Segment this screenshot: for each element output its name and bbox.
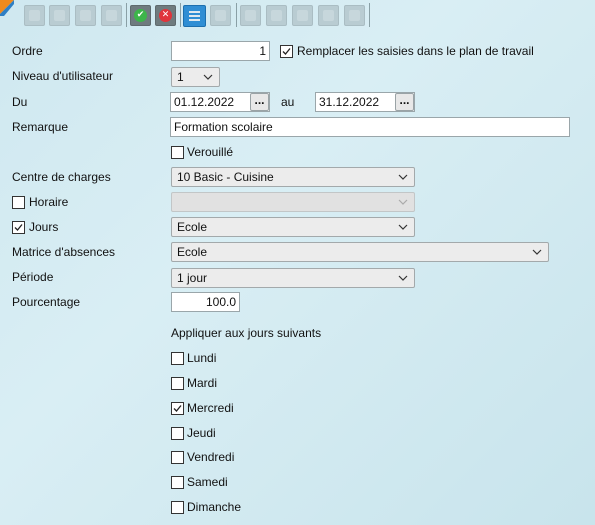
- cancel-button[interactable]: ✕: [155, 5, 176, 26]
- chevron-down-icon: [531, 246, 543, 258]
- remplacer-label: Remplacer les saisies dans le plan de tr…: [297, 44, 534, 58]
- matrice-label: Matrice d'absences: [12, 245, 116, 259]
- checkmark-icon: [173, 405, 182, 412]
- toolbar-button-3[interactable]: [75, 5, 96, 26]
- remarque-input[interactable]: Formation scolaire: [170, 117, 570, 137]
- toolbar-separator: [126, 3, 127, 27]
- day-checkbox-jeudi[interactable]: [171, 427, 184, 440]
- pourcentage-input[interactable]: 100.0: [171, 292, 240, 312]
- toolbar-button-8[interactable]: [292, 5, 313, 26]
- toolbar-button-9[interactable]: [318, 5, 339, 26]
- day-checkbox-mardi[interactable]: [171, 377, 184, 390]
- toolbar-button-7[interactable]: [266, 5, 287, 26]
- list-button[interactable]: [183, 5, 206, 27]
- day-checkbox-samedi[interactable]: [171, 476, 184, 489]
- chevron-down-icon: [397, 272, 409, 284]
- verouille-label: Verouillé: [187, 145, 234, 159]
- niveau-select-value: 1: [177, 70, 184, 84]
- appliquer-heading: Appliquer aux jours suivants: [171, 326, 322, 340]
- horaire-label: Horaire: [29, 195, 69, 209]
- matrice-select-value: Ecole: [177, 245, 208, 259]
- day-label-lundi: Lundi: [187, 351, 217, 365]
- niveau-label: Niveau d'utilisateur: [12, 69, 114, 83]
- day-checkbox-vendredi[interactable]: [171, 451, 184, 464]
- au-label: au: [281, 95, 295, 109]
- jours-label: Jours: [29, 220, 59, 234]
- periode-select-value: 1 jour: [177, 271, 208, 285]
- toolbar-button-5[interactable]: [210, 5, 231, 26]
- au-date-picker-button[interactable]: ...: [395, 93, 414, 111]
- toolbar-button-2[interactable]: [49, 5, 70, 26]
- jours-checkbox[interactable]: [12, 221, 25, 234]
- horaire-select[interactable]: [171, 192, 415, 212]
- day-label-jeudi: Jeudi: [187, 426, 216, 440]
- toolbar-separator: [369, 3, 370, 27]
- verouille-checkbox[interactable]: [171, 146, 184, 159]
- horaire-checkbox[interactable]: [12, 196, 25, 209]
- ordre-label: Ordre: [12, 44, 43, 58]
- remarque-label: Remarque: [12, 120, 69, 134]
- centre-select-value: 10 Basic - Cuisine: [177, 170, 274, 184]
- periode-label: Période: [12, 270, 54, 284]
- checkmark-icon: [14, 224, 23, 231]
- day-label-vendredi: Vendredi: [187, 450, 235, 464]
- centre-select[interactable]: 10 Basic - Cuisine: [171, 167, 415, 187]
- jours-select-value: Ecole: [177, 220, 208, 234]
- chevron-down-icon: [397, 171, 409, 183]
- toolbar-button-1[interactable]: [24, 5, 45, 26]
- day-label-samedi: Samedi: [187, 475, 228, 489]
- check-icon: ✔: [134, 9, 147, 22]
- day-label-dimanche: Dimanche: [187, 500, 242, 514]
- niveau-select[interactable]: 1: [171, 67, 220, 87]
- day-checkbox-mercredi[interactable]: [171, 402, 184, 415]
- day-label-mercredi: Mercredi: [187, 401, 234, 415]
- jours-select[interactable]: Ecole: [171, 217, 415, 237]
- toolbar-button-4[interactable]: [101, 5, 122, 26]
- ok-button[interactable]: ✔: [130, 5, 151, 26]
- chevron-down-icon: [397, 196, 409, 208]
- toolbar-button-6[interactable]: [240, 5, 261, 26]
- ordre-input[interactable]: 1: [171, 41, 270, 61]
- day-checkbox-dimanche[interactable]: [171, 501, 184, 514]
- checkmark-icon: [282, 48, 291, 55]
- chevron-down-icon: [397, 221, 409, 233]
- matrice-select[interactable]: Ecole: [171, 242, 549, 262]
- day-checkbox-lundi[interactable]: [171, 352, 184, 365]
- day-label-mardi: Mardi: [187, 376, 218, 390]
- periode-select[interactable]: 1 jour: [171, 268, 415, 288]
- centre-label: Centre de charges: [12, 170, 111, 184]
- du-date-picker-button[interactable]: ...: [250, 93, 269, 111]
- toolbar-button-10[interactable]: [344, 5, 365, 26]
- toolbar-separator: [180, 3, 181, 27]
- toolbar: ✔ ✕: [0, 0, 595, 30]
- du-label: Du: [12, 95, 28, 109]
- close-icon: ✕: [159, 9, 172, 22]
- chevron-down-icon: [202, 71, 214, 83]
- toolbar-separator: [236, 3, 237, 27]
- pourcentage-label: Pourcentage: [12, 295, 81, 309]
- remplacer-checkbox[interactable]: [280, 45, 293, 58]
